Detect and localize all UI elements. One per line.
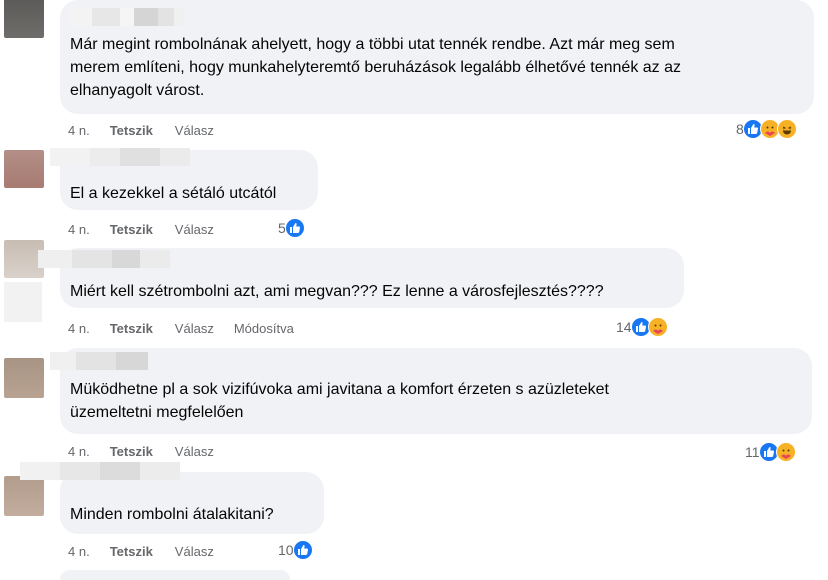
comment-bubble-partial: [60, 570, 290, 580]
comment-actions: 4 n. Tetszik Válasz: [68, 122, 234, 138]
author-name-blurred[interactable]: [50, 148, 190, 166]
author-name-blurred[interactable]: [20, 462, 180, 480]
comment-bubble: Müködhetne pl a sok vizifúvoka ami javit…: [50, 348, 812, 434]
comment-actions: 4 n. Tetszik Válasz Módosítva: [68, 320, 294, 336]
comment-actions: 4 n. Tetszik Válasz: [68, 443, 234, 459]
reaction-summary[interactable]: 8: [736, 118, 797, 140]
reply-button[interactable]: Válasz: [175, 123, 214, 138]
like-button[interactable]: Tetszik: [110, 321, 153, 336]
comment-text: Miért kell szétrombolni azt, ami megvan?…: [70, 283, 604, 300]
comment-bubble: El a kezekkel a sétáló utcától: [50, 148, 318, 210]
reaction-summary[interactable]: 11: [745, 441, 796, 463]
comment-age[interactable]: 4 n.: [68, 123, 90, 138]
comment-age[interactable]: 4 n.: [68, 544, 90, 559]
blurred-region: [4, 282, 42, 322]
comment-bubble: Miért kell szétrombolni azt, ami megvan?…: [38, 248, 684, 308]
avatar[interactable]: [4, 358, 44, 398]
reaction-count: 11: [745, 444, 760, 460]
comment-bubble: Már megint rombolnának ahelyett, hogy a …: [60, 0, 814, 114]
author-name-blurred[interactable]: [50, 352, 148, 370]
comment-bubble: Minden rombolni átalakitani?: [20, 462, 324, 534]
comment-text: Müködhetne pl a sok vizifúvoka ami javit…: [70, 381, 609, 421]
like-button[interactable]: Tetszik: [110, 123, 153, 138]
comment-age[interactable]: 4 n.: [68, 222, 90, 237]
reply-button[interactable]: Válasz: [175, 444, 214, 459]
comment-text: Minden rombolni átalakitani?: [70, 506, 274, 523]
like-button[interactable]: Tetszik: [110, 444, 153, 459]
reaction-summary[interactable]: 14: [616, 316, 668, 338]
avatar[interactable]: [4, 476, 44, 516]
reaction-summary[interactable]: 10: [278, 539, 313, 561]
comment-actions: 4 n. Tetszik Válasz: [68, 221, 234, 237]
comment-age[interactable]: 4 n.: [68, 321, 90, 336]
edited-label[interactable]: Módosítva: [234, 321, 294, 336]
avatar[interactable]: [4, 0, 44, 38]
like-icon: [284, 218, 305, 238]
comment-actions: 4 n. Tetszik Válasz: [68, 543, 234, 559]
reaction-count: 14: [616, 319, 632, 335]
reaction-count: 10: [278, 542, 294, 558]
reply-button[interactable]: Válasz: [175, 321, 214, 336]
comment-age[interactable]: 4 n.: [68, 444, 90, 459]
comment-text: El a kezekkel a sétáló utcától: [70, 185, 277, 202]
like-button[interactable]: Tetszik: [110, 544, 153, 559]
reaction-summary[interactable]: 5: [278, 217, 305, 239]
like-button[interactable]: Tetszik: [110, 222, 153, 237]
care-icon: [775, 442, 796, 462]
comment-text: Már megint rombolnának ahelyett, hogy a …: [70, 36, 682, 99]
author-name-blurred[interactable]: [68, 8, 184, 26]
haha-icon: [776, 119, 797, 139]
reply-button[interactable]: Válasz: [175, 222, 214, 237]
author-name-blurred[interactable]: [38, 250, 170, 268]
reply-button[interactable]: Válasz: [175, 544, 214, 559]
avatar[interactable]: [4, 150, 44, 188]
like-icon: [292, 540, 313, 560]
care-icon: [647, 317, 668, 337]
